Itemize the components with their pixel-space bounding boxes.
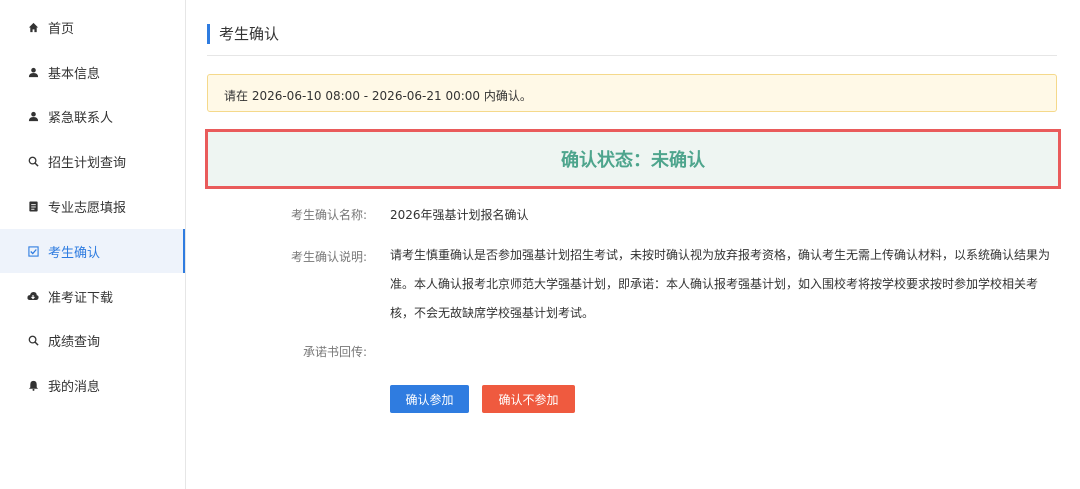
sidebar-item-score-query[interactable]: 成绩查询	[0, 318, 185, 362]
confirm-participate-button[interactable]: 确认参加	[390, 385, 469, 413]
sidebar-item-label: 基本信息	[48, 66, 101, 82]
page-header: 考生确认	[207, 22, 1057, 46]
sidebar-item-basic-info[interactable]: 基本信息	[0, 50, 185, 94]
confirm-status-banner: 确认状态：未确认	[205, 129, 1061, 189]
sidebar-item-label: 首页	[48, 21, 75, 37]
user-icon	[27, 66, 39, 78]
confirm-period-notice: 请在 2026-06-10 08:00 - 2026-06-21 00:00 内…	[207, 74, 1057, 112]
sidebar-item-home[interactable]: 首页	[0, 5, 185, 49]
sidebar-item-my-messages[interactable]: 我的消息	[0, 363, 185, 407]
sidebar-item-label: 考生确认	[48, 245, 101, 261]
decline-participate-button[interactable]: 确认不参加	[482, 385, 575, 413]
sidebar-item-emergency-contact[interactable]: 紧急联系人	[0, 94, 185, 138]
confirm-name-value: 2026年强基计划报名确认	[390, 208, 529, 222]
sidebar-item-label: 专业志愿填报	[48, 200, 127, 216]
sidebar-item-admission-ticket[interactable]: 准考证下载	[0, 274, 185, 318]
sidebar-item-enrollment-plan[interactable]: 招生计划查询	[0, 139, 185, 183]
sidebar-item-label: 成绩查询	[48, 334, 101, 350]
checkbox-icon	[27, 245, 39, 257]
title-accent-bar	[207, 24, 210, 44]
user-icon	[27, 110, 39, 122]
confirm-desc-value: 请考生慎重确认是否参加强基计划招生考试，未按时确认视为放弃报考资格，确认考生无需…	[390, 248, 1051, 320]
sidebar-item-candidate-confirm[interactable]: 考生确认	[0, 229, 185, 273]
search-icon	[27, 334, 39, 346]
sidebar-item-label: 紧急联系人	[48, 110, 114, 126]
header-divider	[207, 55, 1057, 56]
home-icon	[27, 21, 39, 33]
confirm-name-label: 考生确认名称:	[290, 208, 367, 222]
document-icon	[27, 200, 39, 212]
sidebar-item-label: 招生计划查询	[48, 155, 127, 171]
page-title: 考生确认	[219, 25, 280, 43]
confirm-desc-label: 考生确认说明:	[290, 250, 367, 264]
search-icon	[27, 155, 39, 167]
confirm-status-text: 确认状态：未确认	[561, 150, 705, 171]
sidebar-item-major-preference[interactable]: 专业志愿填报	[0, 184, 185, 228]
sidebar: 首页 基本信息 紧急联系人 招生计划查询 专业志愿填报 考生确认 准考证下载 成…	[0, 0, 186, 489]
cloud-download-icon	[27, 290, 39, 302]
commitment-upload-label: 承诺书回传:	[302, 345, 367, 359]
sidebar-item-label: 我的消息	[48, 379, 101, 395]
sidebar-item-label: 准考证下载	[48, 290, 114, 306]
bell-icon	[27, 379, 39, 391]
